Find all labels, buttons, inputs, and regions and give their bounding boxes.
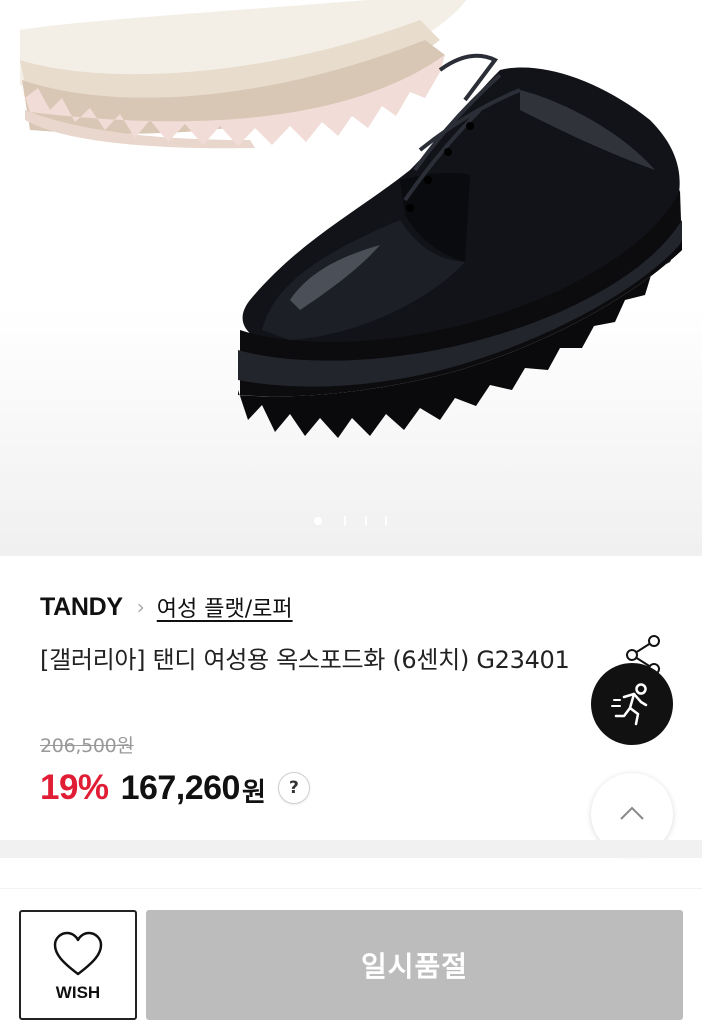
divider-line	[0, 888, 702, 889]
chevron-up-icon	[620, 806, 644, 820]
discount-rate: 19%	[40, 768, 109, 807]
heart-outline-icon	[53, 931, 103, 976]
carousel-dot-active[interactable]	[314, 517, 322, 525]
price-row: 19% 167,260 원 ?	[40, 766, 310, 810]
wish-label: WISH	[55, 983, 101, 1002]
carousel-dot[interactable]	[365, 516, 367, 526]
carousel-dot[interactable]	[344, 516, 346, 526]
currency-unit: 원	[241, 777, 266, 808]
soldout-button[interactable]: 일시품절	[146, 910, 683, 1020]
chevron-right-icon: ›	[136, 595, 145, 619]
brand-link[interactable]: TANDY	[40, 593, 123, 622]
wish-button[interactable]: WISH	[19, 910, 137, 1020]
running-quick-button[interactable]	[591, 663, 673, 745]
running-person-icon	[611, 683, 648, 726]
carousel-indicator	[0, 514, 702, 526]
original-price: 206,500원	[40, 735, 134, 757]
price-help-button[interactable]: ?	[277, 772, 310, 804]
product-image	[20, 0, 682, 438]
breadcrumb: TANDY › 여성 플랫/로퍼	[40, 591, 293, 623]
cream-shoe-image	[20, 0, 467, 149]
product-title: [갤러리아] 탠디 여성용 옥스포드화 (6센치) G23401	[40, 646, 570, 674]
category-link[interactable]: 여성 플랫/로퍼	[157, 591, 293, 623]
sale-price: 167,260	[120, 768, 241, 807]
carousel-dot[interactable]	[385, 516, 387, 526]
product-image-carousel[interactable]	[0, 0, 702, 556]
section-divider	[0, 840, 702, 858]
